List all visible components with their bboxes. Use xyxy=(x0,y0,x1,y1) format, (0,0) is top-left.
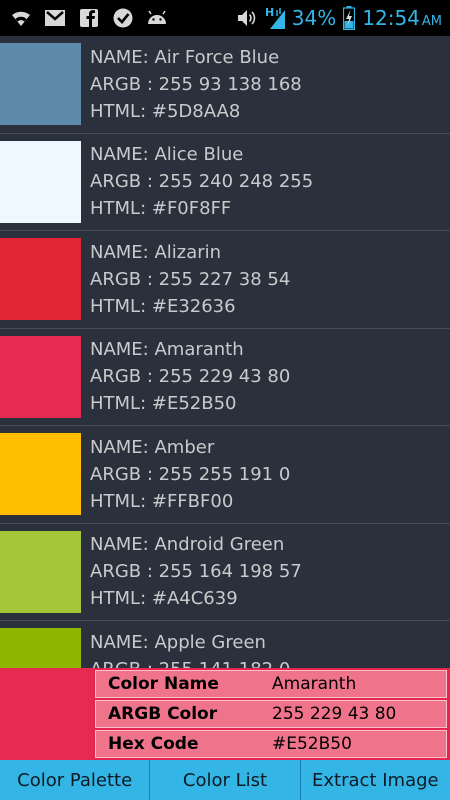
gmail-icon xyxy=(44,7,66,29)
color-argb-line: ARGB : 255 255 191 0 xyxy=(90,463,291,485)
color-list-item[interactable]: NAME: Alizarin ARGB : 255 227 38 54 HTML: … xyxy=(0,231,450,329)
color-info: NAME: Air Force Blue ARGB : 255 93 138 16… xyxy=(81,44,302,125)
color-list-item[interactable]: NAME: Alice Blue ARGB : 255 240 248 255 HT… xyxy=(0,134,450,231)
detail-hex-value: #E52B50 xyxy=(272,734,352,754)
battery-percent: 34% xyxy=(291,6,337,30)
detail-argb-label: ARGB Color xyxy=(108,704,218,724)
clock-ampm: AM xyxy=(421,14,442,29)
battery-charging-icon xyxy=(342,6,356,30)
color-detail-panel: Color Name Amaranth ARGB Color 255 229 4… xyxy=(0,668,450,760)
color-list-item[interactable]: NAME: Amaranth ARGB : 255 229 43 80 HTML: … xyxy=(0,329,450,426)
color-swatch xyxy=(0,530,81,613)
color-list-button[interactable]: Color List xyxy=(150,760,301,800)
system-icons: H 34% 12:54 AM xyxy=(236,0,442,36)
color-name-line: NAME: Alizarin xyxy=(90,241,222,263)
color-list[interactable]: NAME: Air Force Blue ARGB : 255 93 138 16… xyxy=(0,36,450,668)
volume-icon xyxy=(236,7,258,29)
detail-row-hex: Hex Code #E52B50 xyxy=(95,730,447,758)
detail-name-value: Amaranth xyxy=(272,674,357,694)
svg-text:H: H xyxy=(265,6,274,19)
detail-color-swatch xyxy=(0,668,93,760)
color-argb-line: ARGB : 255 227 38 54 xyxy=(90,268,291,290)
color-name-line: NAME: Amber xyxy=(90,436,215,458)
extract-image-button[interactable]: Extract Image xyxy=(301,760,450,800)
color-argb-line: ARGB : 255 93 138 168 xyxy=(90,73,302,95)
notification-icons xyxy=(0,7,168,29)
color-swatch xyxy=(0,43,81,126)
android-icon xyxy=(146,7,168,29)
color-list-item[interactable]: NAME: Amber ARGB : 255 255 191 0 HTML: #FF… xyxy=(0,426,450,524)
color-html-line: HTML: #E32636 xyxy=(90,295,236,317)
color-argb-line: ARGB : 255 141 182 0 xyxy=(90,656,290,668)
color-argb-line: ARGB : 255 164 198 57 xyxy=(90,561,302,583)
color-name-line: NAME: Air Force Blue xyxy=(90,46,280,68)
color-name-line: NAME: Apple Green xyxy=(90,631,266,653)
detail-row-argb: ARGB Color 255 229 43 80 xyxy=(95,700,447,728)
signal-h-icon: H xyxy=(264,6,286,29)
detail-hex-label: Hex Code xyxy=(108,734,199,754)
color-html-line: HTML: #E52B50 xyxy=(90,393,237,415)
facebook-icon xyxy=(78,7,100,29)
color-list-item[interactable]: NAME: Apple GreenARGB : 255 141 182 0HTM… xyxy=(0,621,450,668)
color-html-line: HTML: #A4C639 xyxy=(90,588,238,610)
color-info: NAME: Apple GreenARGB : 255 141 182 0HTM… xyxy=(81,629,290,668)
color-swatch xyxy=(0,140,81,223)
color-list-item[interactable]: NAME: Air Force Blue ARGB : 255 93 138 16… xyxy=(0,36,450,134)
color-list-item[interactable]: NAME: Android Green ARGB : 255 164 198 57… xyxy=(0,524,450,621)
color-name-line: NAME: Android Green xyxy=(90,534,285,556)
detail-table: Color Name Amaranth ARGB Color 255 229 4… xyxy=(93,668,450,760)
color-swatch xyxy=(0,628,81,668)
color-html-line: HTML: #FFBF00 xyxy=(90,490,234,512)
color-info: NAME: Android Green ARGB : 255 164 198 57… xyxy=(81,531,302,612)
wifi-icon xyxy=(10,7,32,29)
check-circle-icon xyxy=(112,7,134,29)
clock-time: 12:54 xyxy=(362,6,420,30)
color-html-line: HTML: #5D8AA8 xyxy=(90,100,241,122)
color-argb-line: ARGB : 255 240 248 255 xyxy=(90,171,314,193)
detail-row-name: Color Name Amaranth xyxy=(95,670,447,698)
color-swatch xyxy=(0,433,81,516)
color-html-line: HTML: #F0F8FF xyxy=(90,198,232,220)
color-argb-line: ARGB : 255 229 43 80 xyxy=(90,366,291,388)
color-info: NAME: Alice Blue ARGB : 255 240 248 255 HT… xyxy=(81,141,313,222)
color-info: NAME: Alizarin ARGB : 255 227 38 54 HTML: … xyxy=(81,239,290,320)
color-name-line: NAME: Alice Blue xyxy=(90,144,244,166)
bottom-nav: Color Palette Color List Extract Image xyxy=(0,760,450,800)
color-name-line: NAME: Amaranth xyxy=(90,339,244,361)
status-bar: H 34% 12:54 AM xyxy=(0,0,450,36)
color-info: NAME: Amber ARGB : 255 255 191 0 HTML: #FF… xyxy=(81,434,290,515)
color-info: NAME: Amaranth ARGB : 255 229 43 80 HTML: … xyxy=(81,336,290,417)
color-swatch xyxy=(0,238,81,321)
detail-argb-value: 255 229 43 80 xyxy=(272,704,397,724)
detail-name-label: Color Name xyxy=(108,674,219,694)
color-swatch xyxy=(0,335,81,418)
color-palette-button[interactable]: Color Palette xyxy=(0,760,151,800)
